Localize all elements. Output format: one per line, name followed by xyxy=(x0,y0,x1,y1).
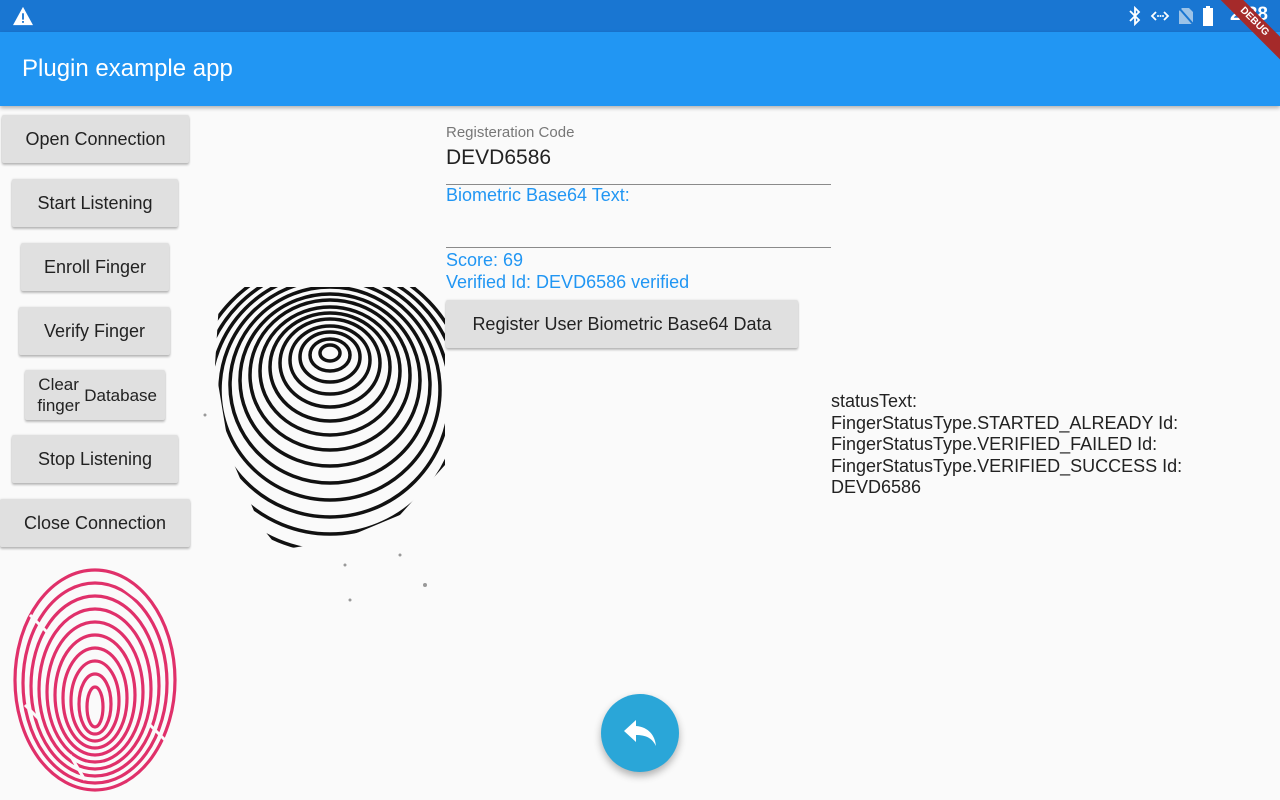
biometric-base64-field[interactable]: Biometric Base64 Text: xyxy=(446,185,630,206)
status-line: FingerStatusType.VERIFIED_SUCCESS Id: xyxy=(831,455,1183,476)
status-icons xyxy=(1128,6,1214,26)
clear-db-label-line2: Database xyxy=(84,385,157,405)
enroll-finger-button[interactable]: Enroll Finger xyxy=(21,243,169,291)
status-text-block: statusText: FingerStatusType.STARTED_ALR… xyxy=(831,391,1231,499)
verified-id-text: Verified Id: DEVD6586 verified xyxy=(446,272,690,292)
score-text: Score: 69 xyxy=(446,250,524,270)
verify-finger-button[interactable]: Verify Finger xyxy=(19,307,170,355)
registration-code-field[interactable]: DEVD6586 xyxy=(446,146,551,170)
reply-fab-button[interactable] xyxy=(601,694,679,772)
registration-code-label: Registeration Code xyxy=(446,124,575,141)
close-connection-button[interactable]: Close Connection xyxy=(0,499,190,547)
reply-icon xyxy=(624,720,656,746)
biometric-field-underline xyxy=(446,247,831,248)
battery-icon xyxy=(1202,6,1214,26)
clear-finger-database-button[interactable]: Clear finger Database xyxy=(25,370,165,420)
system-status-bar: 2:38 xyxy=(0,0,1280,32)
bluetooth-icon xyxy=(1128,6,1142,26)
register-biometric-button[interactable]: Register User Biometric Base64 Data xyxy=(446,300,798,348)
no-sim-icon xyxy=(1178,6,1194,26)
app-title: Plugin example app xyxy=(22,55,233,82)
status-line: FingerStatusType.STARTED_ALREADY Id: xyxy=(831,412,1179,433)
scanned-fingerprint-image xyxy=(203,287,445,602)
start-listening-button[interactable]: Start Listening xyxy=(12,179,178,227)
status-line: DEVD6586 xyxy=(831,477,922,497)
fingerprint-logo-icon xyxy=(13,568,177,792)
status-line: statusText: xyxy=(831,391,918,411)
open-connection-button[interactable]: Open Connection xyxy=(2,115,189,163)
clear-db-label-line1: Clear finger xyxy=(37,375,80,415)
app-bar: Plugin example app xyxy=(0,32,1280,106)
status-line: FingerStatusType.VERIFIED_FAILED Id: xyxy=(831,434,1158,454)
warning-triangle-icon xyxy=(13,6,33,26)
stop-listening-button[interactable]: Stop Listening xyxy=(12,435,178,483)
data-sync-icon xyxy=(1150,6,1170,26)
